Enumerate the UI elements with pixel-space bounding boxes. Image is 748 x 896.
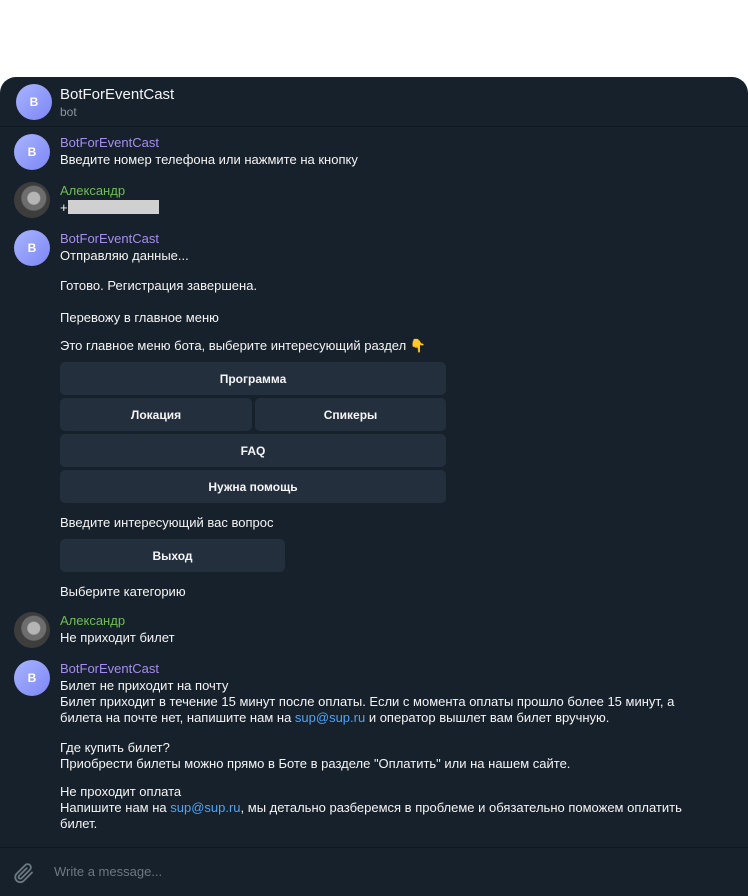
sender-name[interactable]: Александр (60, 183, 125, 198)
location-button[interactable]: Локация (60, 398, 252, 431)
message-text: билета на почте нет, напишите нам на sup… (60, 710, 609, 726)
message-text: Это главное меню бота, выберите интересу… (60, 338, 426, 353)
phone-prefix: + (60, 200, 68, 215)
chat-title: BotForEventCast (60, 86, 175, 103)
user-avatar[interactable] (14, 612, 50, 648)
help-button[interactable]: Нужна помощь (60, 470, 446, 503)
sender-name[interactable]: Александр (60, 613, 125, 628)
speakers-button[interactable]: Спикеры (255, 398, 446, 431)
message-text: билет. (60, 816, 98, 831)
bot-avatar[interactable]: B (14, 134, 50, 170)
exit-button[interactable]: Выход (60, 539, 285, 572)
message-text: Введите интересующий вас вопрос (60, 515, 274, 530)
message-input[interactable] (54, 864, 654, 879)
sender-name[interactable]: BotForEventCast (60, 135, 159, 150)
sender-name[interactable]: BotForEventCast (60, 231, 159, 246)
message-text: Не приходит билет (60, 630, 175, 645)
message-text: Приобрести билеты можно прямо в Боте в р… (60, 756, 571, 771)
message-text: Билет приходит в течение 15 минут после … (60, 694, 675, 709)
message-text: Готово. Регистрация завершена. (60, 278, 258, 293)
bot-avatar[interactable]: B (16, 84, 52, 120)
email-link[interactable]: sup@sup.ru (170, 800, 240, 815)
message-text: Отправляю данные... (60, 248, 189, 263)
message-text: Напишите нам на sup@sup.ru, мы детально … (60, 800, 682, 816)
message-text: Перевожу в главное меню (60, 310, 219, 325)
sender-name[interactable]: BotForEventCast (60, 661, 159, 676)
message-composer (0, 847, 748, 896)
bot-avatar[interactable]: B (14, 660, 50, 696)
redacted-phone (67, 200, 159, 214)
message-text: Введите номер телефона или нажмите на кн… (60, 152, 358, 167)
text-fragment: , мы детально разберемся в проблеме и об… (240, 800, 682, 815)
chat-header[interactable]: B BotForEventCast bot (0, 77, 748, 127)
bot-avatar[interactable]: B (14, 230, 50, 266)
program-button[interactable]: Программа (60, 362, 446, 395)
chat-subtitle: bot (60, 105, 77, 119)
user-avatar[interactable] (14, 182, 50, 218)
text-fragment: и оператор вышлет вам билет вручную. (365, 710, 610, 725)
text-fragment: Напишите нам на (60, 800, 171, 815)
message-text: Выберите категорию (60, 584, 186, 599)
message-text: Билет не приходит на почту (60, 678, 229, 693)
attach-icon[interactable] (12, 861, 36, 885)
chat-window: B BotForEventCast bot B BotForEventCast … (0, 77, 748, 896)
message-text: Не проходит оплата (60, 784, 182, 799)
message-text: Где купить билет? (60, 740, 170, 755)
text-fragment: билета на почте нет, напишите нам на (60, 710, 295, 725)
message-text: + (60, 200, 159, 216)
email-link[interactable]: sup@sup.ru (295, 710, 365, 725)
faq-button[interactable]: FAQ (60, 434, 446, 467)
